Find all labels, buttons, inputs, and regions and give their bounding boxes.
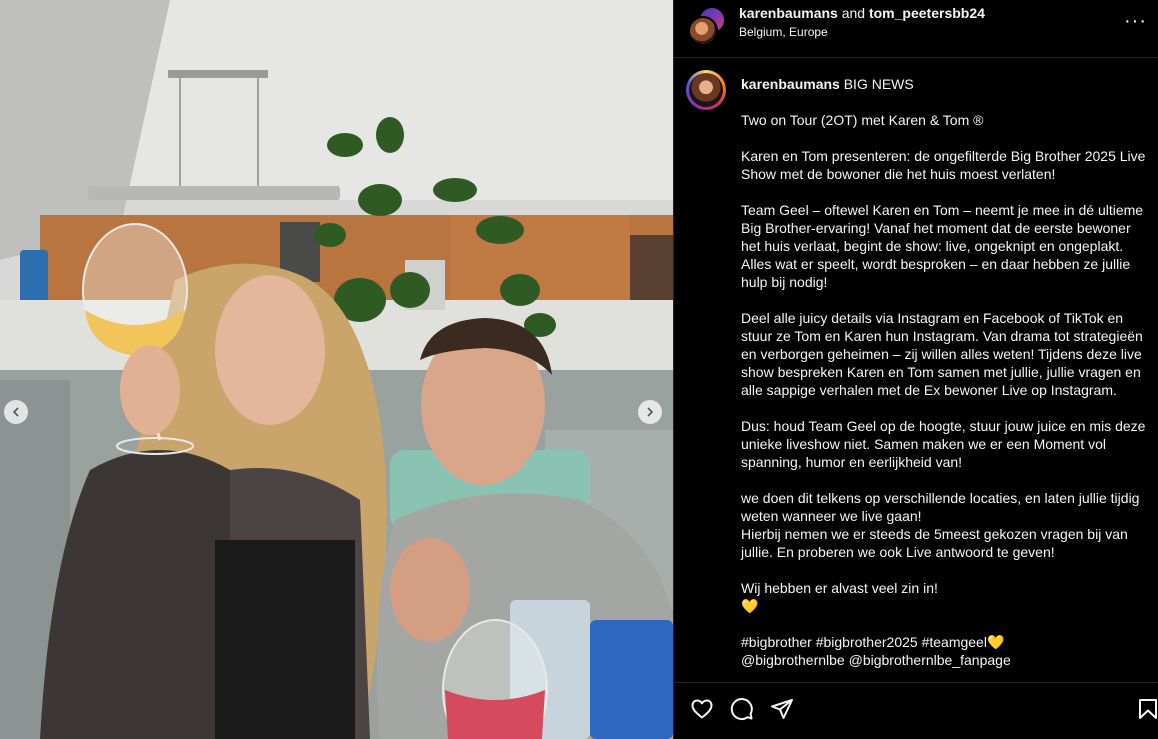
caption-text: karenbaumans BIG NEWS Two on Tour (2OT) …: [741, 75, 1151, 682]
collab-avatars[interactable]: [688, 6, 726, 46]
more-icon: ···: [1124, 10, 1147, 32]
chevron-right-icon: [647, 407, 654, 417]
author-names: karenbaumans and tom_peetersbb24: [739, 5, 985, 21]
photo-illustration: [0, 0, 673, 739]
caption-paragraph: Dus: houd Team Geel op de hoogte, stuur …: [741, 418, 1146, 470]
caption-avatar[interactable]: [686, 70, 726, 110]
comment-icon: [730, 698, 753, 720]
more-options-button[interactable]: ···: [1124, 10, 1147, 32]
caption-area[interactable]: karenbaumans BIG NEWS Two on Tour (2OT) …: [674, 58, 1158, 682]
location-link[interactable]: Belgium, Europe: [739, 25, 828, 39]
post-photo[interactable]: [0, 0, 673, 739]
author-link[interactable]: karenbaumans: [739, 5, 838, 21]
action-bar: [674, 682, 1158, 739]
caption-paragraph: Karen en Tom presenteren: de ongefilterd…: [741, 148, 1146, 182]
coauthor-link[interactable]: tom_peetersbb24: [869, 5, 985, 21]
post-sidebar: karenbaumans and tom_peetersbb24 Belgium…: [673, 0, 1158, 739]
carousel-prev-button[interactable]: [4, 400, 28, 424]
heart-icon: [691, 699, 713, 719]
caption-paragraph: Team Geel – oftewel Karen en Tom – neemt…: [741, 202, 1144, 290]
caption-paragraph: Two on Tour (2OT) met Karen & Tom ®: [741, 112, 984, 128]
avatar: [689, 73, 723, 107]
share-icon: [771, 699, 793, 719]
caption-paragraph: Wij hebben er alvast veel zin in! 💛: [741, 580, 938, 614]
caption-paragraph: Deel alle juicy details via Instagram en…: [741, 310, 1143, 398]
avatar: [688, 16, 718, 46]
caption-username[interactable]: karenbaumans: [741, 76, 840, 92]
caption-paragraph: we doen dit telkens op verschillende loc…: [741, 490, 1140, 560]
carousel-next-button[interactable]: [638, 400, 662, 424]
share-button[interactable]: [770, 697, 796, 723]
post-header: karenbaumans and tom_peetersbb24 Belgium…: [674, 0, 1158, 58]
comment-button[interactable]: [730, 697, 756, 723]
like-button[interactable]: [690, 697, 716, 723]
bookmark-icon: [1139, 699, 1157, 719]
author-joiner: and: [841, 5, 866, 21]
caption-lead: BIG NEWS: [843, 76, 914, 92]
caption-hashtags[interactable]: #bigbrother #bigbrother2025 #teamgeel💛 @…: [741, 633, 1151, 669]
chevron-left-icon: [12, 407, 19, 417]
save-button[interactable]: [1136, 697, 1158, 723]
